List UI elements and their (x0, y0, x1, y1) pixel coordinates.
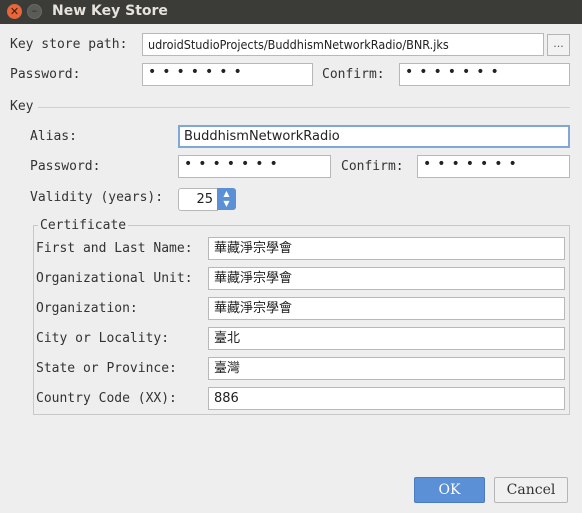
keystore-confirm-label: Confirm: (322, 67, 385, 82)
cert-country-input[interactable]: 886 (208, 387, 565, 410)
key-section-divider (38, 107, 570, 108)
cert-org-label: Organization: (36, 301, 138, 316)
cert-name-input[interactable]: 華藏淨宗學會 (208, 237, 565, 260)
cert-state-input[interactable]: 臺灣 (208, 357, 565, 380)
ok-button[interactable]: OK (414, 477, 485, 503)
key-confirm-field[interactable]: ••••••• (417, 155, 570, 178)
key-section-label: Key (10, 99, 34, 114)
browse-button[interactable]: ... (547, 34, 570, 56)
minimize-icon[interactable]: – (27, 4, 42, 19)
cert-name-label: First and Last Name: (36, 241, 193, 256)
key-password-label: Password: (30, 159, 101, 174)
cert-city-input[interactable]: 臺北 (208, 327, 565, 350)
cert-country-label: Country Code (XX): (36, 391, 177, 406)
cert-state-label: State or Province: (36, 361, 177, 376)
keystore-password-field[interactable]: ••••••• (142, 63, 313, 86)
key-confirm-label: Confirm: (341, 159, 404, 174)
keystore-confirm-field[interactable]: ••••••• (399, 63, 570, 86)
keystore-password-label: Password: (10, 67, 81, 82)
key-password-field[interactable]: ••••••• (178, 155, 331, 178)
stepper-up-icon[interactable]: ▲ (217, 188, 236, 199)
certificate-group-label: Certificate (38, 218, 129, 233)
validity-stepper[interactable]: ▲ ▼ (217, 188, 236, 210)
cancel-button[interactable]: Cancel (494, 477, 568, 503)
title-bar: ✕ – New Key Store (0, 0, 582, 24)
alias-input[interactable]: BuddhismNetworkRadio (178, 125, 570, 148)
cert-city-label: City or Locality: (36, 331, 170, 346)
cert-org-unit-input[interactable]: 華藏淨宗學會 (208, 267, 565, 290)
stepper-down-icon[interactable]: ▼ (217, 199, 236, 209)
alias-label: Alias: (30, 129, 77, 144)
validity-label: Validity (years): (30, 190, 164, 205)
window-title: New Key Store (52, 3, 168, 19)
cert-org-unit-label: Organizational Unit: (36, 271, 193, 286)
validity-input[interactable]: 25 (178, 188, 218, 211)
keystore-path-input[interactable]: udroidStudioProjects/BuddhismNetworkRadi… (142, 33, 544, 56)
close-icon[interactable]: ✕ (7, 4, 22, 19)
cert-org-input[interactable]: 華藏淨宗學會 (208, 297, 565, 320)
keystore-path-label: Key store path: (10, 37, 128, 52)
